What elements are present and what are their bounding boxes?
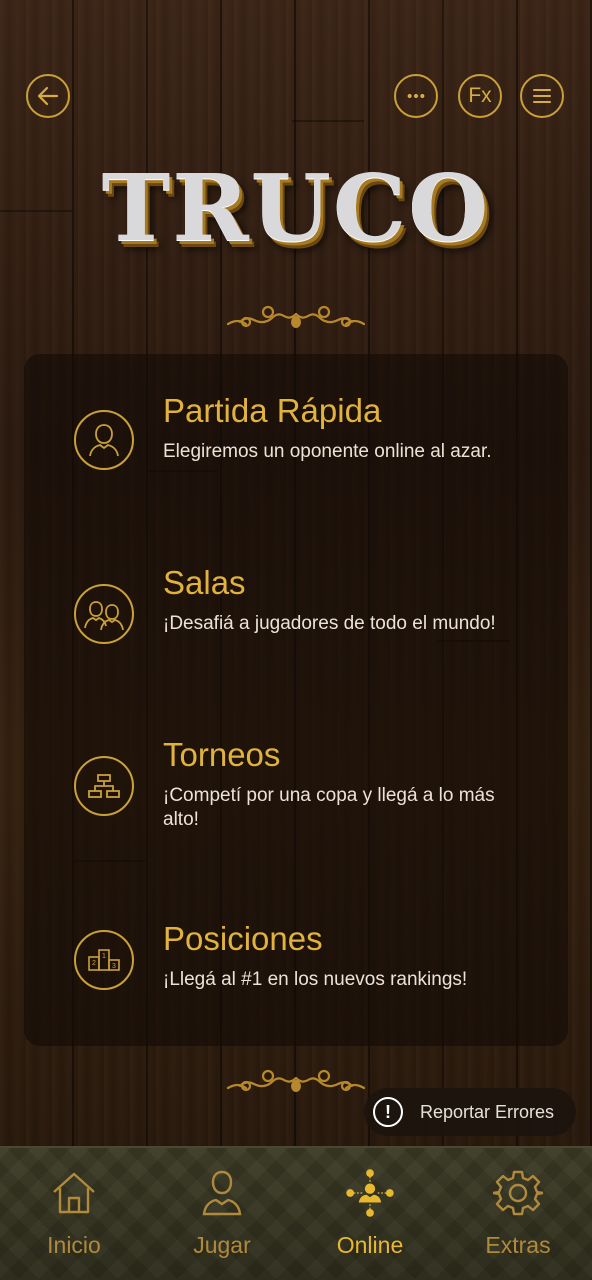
nav-label: Jugar <box>193 1232 251 1258</box>
user-icon <box>89 424 119 457</box>
nav-item-extras[interactable]: Extras <box>444 1148 592 1280</box>
chat-button[interactable] <box>394 74 438 118</box>
menu-item-salas[interactable]: Salas ¡Desafiá a jugadores de todo el mu… <box>24 556 568 706</box>
menu-description: ¡Desafiá a jugadores de todo el mundo! <box>163 613 496 634</box>
bracket-icon-circle <box>74 756 134 816</box>
users-icon-circle <box>74 584 134 644</box>
online-menu-panel: Partida Rápida Elegiremos un oponente on… <box>24 354 568 1046</box>
svg-text:3: 3 <box>112 963 116 970</box>
fx-button[interactable]: Fx <box>458 74 502 118</box>
report-errors-label: Reportar Errores <box>420 1101 555 1122</box>
ornament-divider-top <box>226 305 366 328</box>
podium-icon: 1 2 3 <box>88 949 120 971</box>
bottom-navigation: Inicio Jugar Online Extras <box>0 1146 592 1280</box>
chat-bubble-icon <box>407 94 425 98</box>
menu-title: Partida Rápida <box>163 392 382 429</box>
back-button[interactable] <box>26 74 70 118</box>
menu-item-torneos[interactable]: Torneos ¡Competí por una copa y llegá a … <box>24 730 568 880</box>
users-icon <box>84 601 124 631</box>
fx-label: Fx <box>468 84 492 107</box>
menu-button[interactable] <box>520 74 564 118</box>
menu-title: Salas <box>163 564 246 601</box>
nav-item-jugar[interactable]: Jugar <box>148 1148 296 1280</box>
menu-title: Posiciones <box>163 920 323 957</box>
home-icon <box>49 1168 99 1218</box>
hamburger-menu-icon <box>533 89 551 103</box>
nav-item-inicio[interactable]: Inicio <box>0 1148 148 1280</box>
ornament-divider-bottom <box>226 1069 366 1092</box>
nav-label: Online <box>336 1232 404 1258</box>
svg-text:2: 2 <box>92 960 96 967</box>
menu-title: Torneos <box>163 736 281 773</box>
report-errors-button[interactable]: ! Reportar Errores <box>364 1088 576 1136</box>
network-icon <box>345 1168 395 1218</box>
logo-text: TRUCO <box>101 154 491 262</box>
menu-description: ¡Competí por una copa y llegá a lo más a… <box>163 785 495 830</box>
bracket-icon <box>88 774 120 798</box>
arrow-left-icon <box>37 86 59 106</box>
svg-text:1: 1 <box>102 953 106 960</box>
person-icon <box>197 1168 247 1218</box>
exclamation-icon: ! <box>373 1097 403 1127</box>
menu-description: Elegiremos un oponente online al azar. <box>163 441 492 462</box>
menu-item-partida-rapida[interactable]: Partida Rápida Elegiremos un oponente on… <box>24 384 568 534</box>
menu-item-posiciones[interactable]: 1 2 3 Posiciones ¡Llegá al #1 en los nue… <box>24 914 568 1064</box>
user-icon-circle <box>74 410 134 470</box>
nav-item-online[interactable]: Online <box>296 1148 444 1280</box>
podium-icon-circle: 1 2 3 <box>74 930 134 990</box>
nav-label: Extras <box>485 1232 551 1258</box>
menu-description: ¡Llegá al #1 en los nuevos rankings! <box>163 969 468 990</box>
nav-label: Inicio <box>47 1232 101 1258</box>
truco-logo: TRUCO <box>102 150 489 266</box>
gear-icon <box>493 1168 543 1218</box>
